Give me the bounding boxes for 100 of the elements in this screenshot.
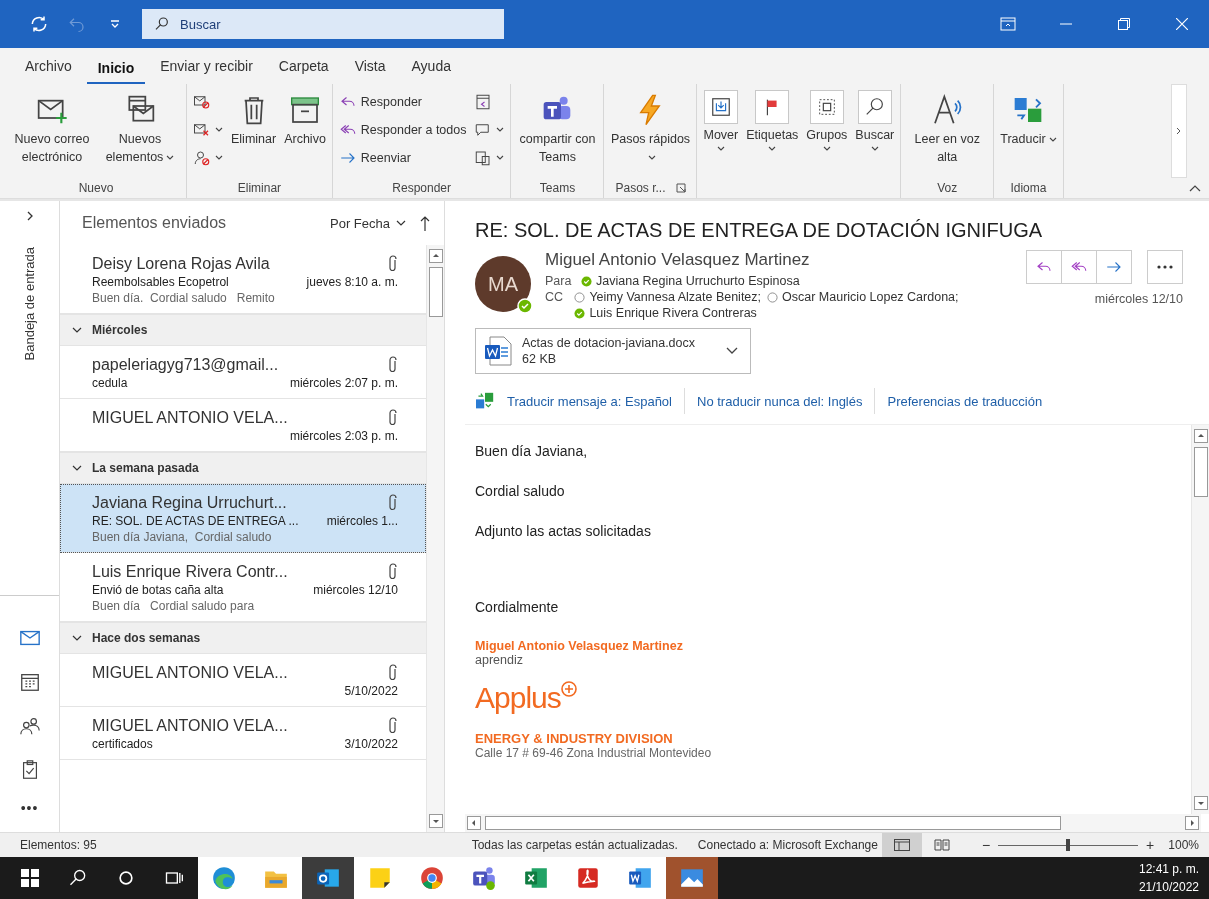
scroll-thumb[interactable] (485, 816, 1061, 830)
collapse-ribbon-icon[interactable] (1189, 184, 1201, 192)
message-subject: Reembolsables Ecopetrol (92, 275, 229, 289)
group-header[interactable]: Hace dos semanas (60, 622, 426, 654)
taskbar-app[interactable] (250, 857, 302, 899)
people-icon (18, 715, 41, 737)
body-text: Cordial saludo (475, 483, 566, 499)
attachment-size: 62 KB (522, 352, 558, 366)
sender-name: Javiana Regina Urruchurt... (92, 493, 287, 513)
attachment-name: Actas de dotacion-javiana.docx (522, 336, 697, 350)
message-item[interactable]: Javiana Regina Urruchurt... RE: SOL. DE ACTAS DE ENTREGA ... miércoles 1... Buen día Javiana, Cordial saludo (60, 484, 426, 553)
taskbar-app[interactable] (666, 857, 718, 899)
caret-icon (870, 146, 879, 152)
restore-icon (1118, 18, 1130, 30)
clock[interactable]: 12:41 p. m. 21/10/2022 (1138, 862, 1209, 894)
zoom-in-button[interactable]: + (1146, 837, 1155, 853)
more-apps-button[interactable]: ••• (20, 792, 39, 824)
windows-logo-icon (21, 869, 39, 887)
chevron-down-icon (396, 219, 406, 227)
sender-name[interactable]: Miguel Antonio Velasquez Martinez (545, 250, 1012, 270)
cc-label: CC (545, 290, 565, 306)
spreadsheet-icon (523, 865, 549, 891)
scroll-down-icon[interactable] (428, 814, 443, 828)
chevron-icon (72, 326, 82, 334)
teams-icon (471, 865, 497, 891)
scroll-thumb[interactable] (1193, 447, 1208, 497)
ribbon-button[interactable]: Etiquetas (743, 88, 802, 154)
dialog-launcher-icon[interactable] (675, 183, 686, 193)
ribbon-button[interactable]: Grupos (803, 88, 851, 154)
ribbon-tab[interactable]: Carpeta (267, 58, 340, 84)
calendar-icon (18, 671, 41, 693)
message-subject: Envió de botas caña alta (92, 583, 224, 597)
ribbon-button[interactable]: Archivo (281, 88, 329, 150)
message-date: miércoles 12/10 (1094, 292, 1183, 306)
ribbon-button[interactable]: Leer en voz alta (904, 88, 991, 168)
horizontal-scrollbar[interactable] (465, 814, 1201, 832)
body-text: Buen día Javiana, (475, 443, 589, 459)
group-header[interactable]: La semana pasada (60, 452, 426, 484)
recipient[interactable]: Oscar Mauricio Lopez Cardona; (767, 290, 959, 304)
ribbon-button[interactable]: Mover (700, 88, 742, 154)
translate-link[interactable]: No traducir nunca del: Inglés (697, 393, 863, 409)
translate-link[interactable]: Preferencias de traducción (887, 393, 1043, 409)
message-time: 3/10/2022 (344, 737, 398, 751)
search-icon (68, 868, 88, 888)
ribbon-tab[interactable]: Ayuda (400, 58, 462, 84)
close-icon (1176, 18, 1188, 30)
message-time: jueves 8:10 a. m. (306, 275, 398, 289)
ribbon-tab[interactable]: Enviar y recibir (149, 58, 264, 84)
ribbon-button[interactable]: Traducir (997, 88, 1060, 150)
ribbon-button[interactable]: Responder (335, 90, 470, 114)
undo-icon (68, 15, 86, 33)
circle-icon (116, 868, 136, 888)
search-field[interactable]: Buscar (142, 9, 504, 39)
zoom-out-button[interactable]: − (981, 837, 991, 853)
scroll-up-icon[interactable] (1193, 429, 1208, 443)
normal-view-button[interactable] (881, 833, 922, 857)
reply-all-button[interactable] (1061, 250, 1097, 284)
signature-name: Miguel Antonio Velasquez Martinez (475, 639, 684, 653)
message-preview: Buen día Cordial saludo para (92, 599, 256, 613)
recipient[interactable]: Luis Enrique Rivera Contreras (574, 306, 757, 320)
ribbon-button[interactable]: Nuevo correo electrónico (9, 88, 95, 168)
ribbon-button[interactable]: compartir con Teams (514, 88, 601, 168)
avatar: MA (475, 256, 531, 312)
reading-view-icon (933, 839, 950, 851)
ribbon-button[interactable]: Reenviar (335, 146, 470, 170)
sort-direction-icon[interactable] (420, 215, 430, 231)
sort-button[interactable]: Por Fecha (330, 215, 406, 231)
scroll-up-icon[interactable] (428, 249, 443, 263)
sender-name: MIGUEL ANTONIO VELA... (92, 663, 288, 683)
taskbar-app[interactable] (302, 857, 354, 899)
slider-thumb[interactable] (1066, 839, 1071, 851)
message-subject: RE: SOL. DE ACTAS DE ENTREGA ... (92, 514, 299, 528)
recipient[interactable]: Yeimy Vannesa Alzate Benitez; (574, 290, 762, 304)
ribbon-button[interactable]: Pasos rápidos (607, 88, 694, 168)
ribbon-button[interactable]: Buscar (852, 88, 898, 154)
translate-link[interactable]: Traducir mensaje a: Español (507, 393, 672, 409)
scroll-left-icon[interactable] (467, 816, 481, 830)
chevron-down-icon[interactable] (726, 347, 738, 355)
group-header[interactable]: Miércoles (60, 314, 426, 346)
message-time: miércoles 1... (326, 514, 398, 528)
scrollbar[interactable] (1191, 425, 1209, 814)
folder-label[interactable]: Bandeja de entrada (22, 247, 37, 361)
message-subject-heading: RE: SOL. DE ACTAS DE ENTREGA DE DOTACIÓN IGNIFUGA (474, 218, 1044, 243)
expand-pane-icon[interactable] (25, 211, 34, 221)
ribbon-button[interactable]: Nuevos elementos (97, 88, 183, 168)
scroll-right-icon[interactable] (1185, 816, 1199, 830)
scroll-down-icon[interactable] (1193, 796, 1208, 810)
message-time: 5/10/2022 (344, 684, 398, 698)
ribbon-button[interactable]: Eliminar (228, 88, 280, 150)
ribbon-tab[interactable]: Archivo (14, 58, 83, 84)
ribbon-button[interactable]: Responder a todos (335, 118, 470, 142)
scrollbar[interactable] (426, 245, 444, 832)
taskbar-app[interactable] (614, 857, 666, 899)
scroll-thumb[interactable] (428, 267, 443, 317)
ribbon-tab[interactable]: Vista (343, 58, 397, 84)
recipient[interactable]: Javiana Regina Urruchurto Espinosa (581, 274, 800, 288)
word-document-icon (484, 336, 512, 366)
taskbar-app[interactable] (198, 857, 250, 899)
attachment-card[interactable]: Actas de dotacion-javiana.docx 62 KB (475, 328, 751, 374)
group-label: Teams (539, 181, 576, 195)
